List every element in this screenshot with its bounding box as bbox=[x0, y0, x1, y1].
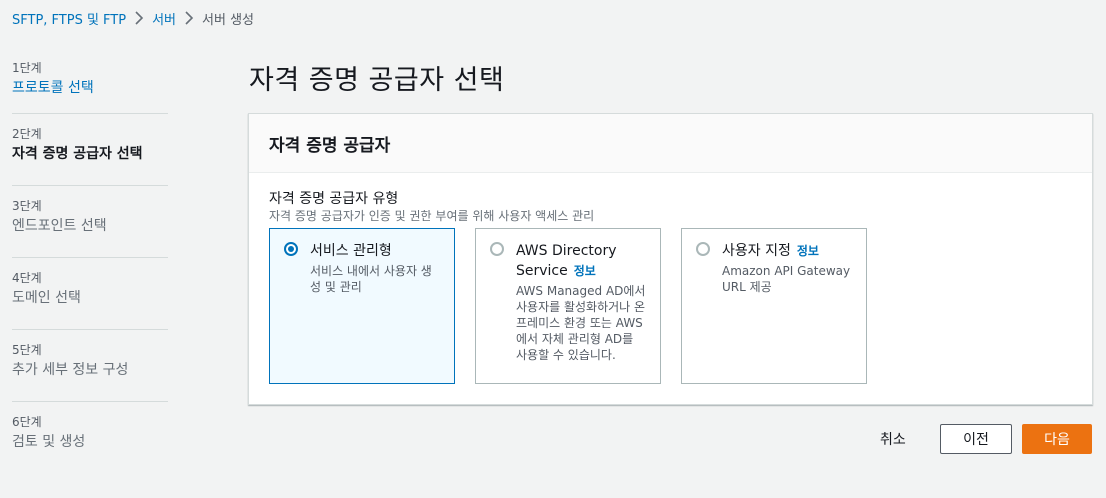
panel-header: 자격 증명 공급자 bbox=[249, 114, 1092, 173]
step-link-protocol[interactable]: 프로토콜 선택 bbox=[12, 78, 168, 98]
previous-button[interactable]: 이전 bbox=[940, 424, 1012, 454]
option-title-text: AWS Directory Service bbox=[516, 243, 617, 279]
wizard-steps: 1단계 프로토콜 선택 2단계 자격 증명 공급자 선택 3단계 엔드포인트 선… bbox=[12, 46, 168, 474]
info-link[interactable]: 정보 bbox=[797, 244, 819, 258]
step-number: 4단계 bbox=[12, 271, 42, 285]
breadcrumb-server-link[interactable]: 서버 bbox=[152, 9, 176, 28]
wizard-step-6: 6단계 검토 및 생성 bbox=[12, 402, 168, 474]
step-label-review: 검토 및 생성 bbox=[12, 434, 86, 450]
wizard-step-4: 4단계 도메인 선택 bbox=[12, 258, 168, 330]
option-service-managed[interactable]: 서비스 관리형 서비스 내에서 사용자 생성 및 관리 bbox=[269, 228, 455, 384]
breadcrumb-sftp-link[interactable]: SFTP, FTPS 및 FTP bbox=[12, 9, 126, 28]
radio-icon[interactable] bbox=[284, 242, 298, 256]
step-label-domain: 도메인 선택 bbox=[12, 290, 81, 306]
step-label-endpoint: 엔드포인트 선택 bbox=[12, 218, 107, 234]
option-title-text: 사용자 지정 bbox=[722, 243, 791, 259]
page-title: 자격 증명 공급자 선택 bbox=[249, 65, 505, 96]
breadcrumb-current: 서버 생성 bbox=[202, 12, 254, 28]
step-label-details: 추가 세부 정보 구성 bbox=[12, 362, 129, 378]
radio-icon[interactable] bbox=[490, 242, 504, 256]
wizard-step-3: 3단계 엔드포인트 선택 bbox=[12, 186, 168, 258]
step-number: 1단계 bbox=[12, 61, 42, 75]
radio-icon[interactable] bbox=[696, 242, 710, 256]
chevron-right-icon bbox=[176, 11, 202, 26]
step-number: 3단계 bbox=[12, 199, 42, 213]
identity-provider-panel: 자격 증명 공급자 자격 증명 공급자 유형 자격 증명 공급자가 인증 및 권… bbox=[248, 113, 1093, 405]
option-title: 사용자 지정 정보 bbox=[722, 241, 854, 261]
info-link[interactable]: 정보 bbox=[574, 264, 596, 278]
panel-title: 자격 증명 공급자 bbox=[269, 136, 391, 156]
cancel-button[interactable]: 취소 bbox=[868, 424, 918, 454]
step-number: 6단계 bbox=[12, 415, 42, 429]
next-button[interactable]: 다음 bbox=[1022, 424, 1092, 454]
chevron-right-icon bbox=[126, 11, 152, 26]
step-number: 2단계 bbox=[12, 127, 42, 141]
field-description: 자격 증명 공급자가 인증 및 권한 부여를 위해 사용자 액세스 관리 bbox=[269, 209, 595, 223]
option-description: AWS Managed AD에서 사용자를 활성화하거나 온프레미스 환경 또는… bbox=[516, 284, 646, 362]
field-label: 자격 증명 공급자 유형 bbox=[269, 191, 399, 207]
wizard-step-2: 2단계 자격 증명 공급자 선택 bbox=[12, 114, 168, 186]
option-aws-directory-service[interactable]: AWS Directory Service 정보 AWS Managed AD에서… bbox=[475, 228, 661, 384]
breadcrumb: SFTP, FTPS 및 FTP 서버 서버 생성 bbox=[12, 8, 254, 28]
wizard-step-5: 5단계 추가 세부 정보 구성 bbox=[12, 330, 168, 402]
step-number: 5단계 bbox=[12, 343, 42, 357]
option-title: AWS Directory Service 정보 bbox=[516, 241, 648, 281]
option-custom[interactable]: 사용자 지정 정보 Amazon API Gateway URL 제공 bbox=[681, 228, 867, 384]
option-description: 서비스 내에서 사용자 생성 및 관리 bbox=[310, 264, 432, 294]
step-label-current: 자격 증명 공급자 선택 bbox=[12, 146, 143, 162]
option-title: 서비스 관리형 bbox=[310, 243, 392, 259]
wizard-step-1: 1단계 프로토콜 선택 bbox=[12, 46, 168, 114]
option-description: Amazon API Gateway URL 제공 bbox=[722, 264, 851, 294]
